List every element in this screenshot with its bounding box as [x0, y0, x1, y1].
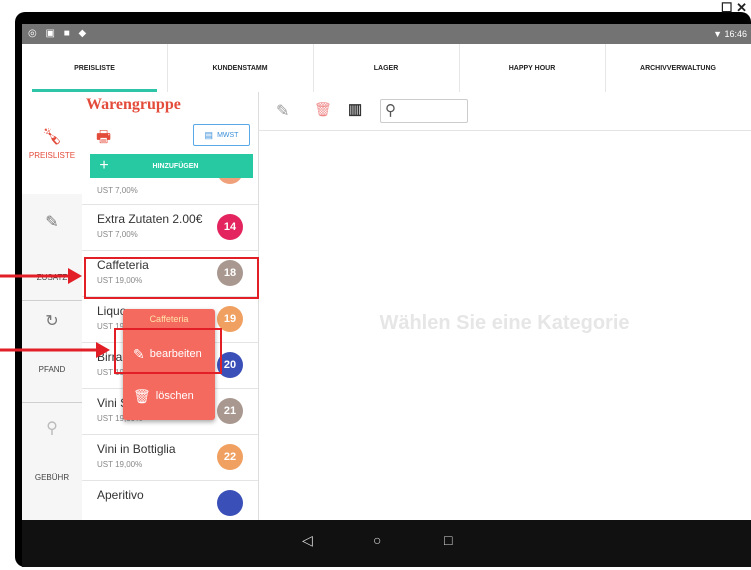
navigation-bar: ◁ ○ □ — [22, 520, 751, 567]
home-icon[interactable]: ○ — [373, 532, 381, 548]
back-icon[interactable]: ◁ — [302, 532, 313, 549]
arrow-to-edit — [0, 342, 110, 358]
arrow-to-caffeteria — [0, 268, 82, 284]
annotation-arrows — [0, 268, 110, 358]
recents-icon[interactable]: □ — [444, 532, 452, 548]
